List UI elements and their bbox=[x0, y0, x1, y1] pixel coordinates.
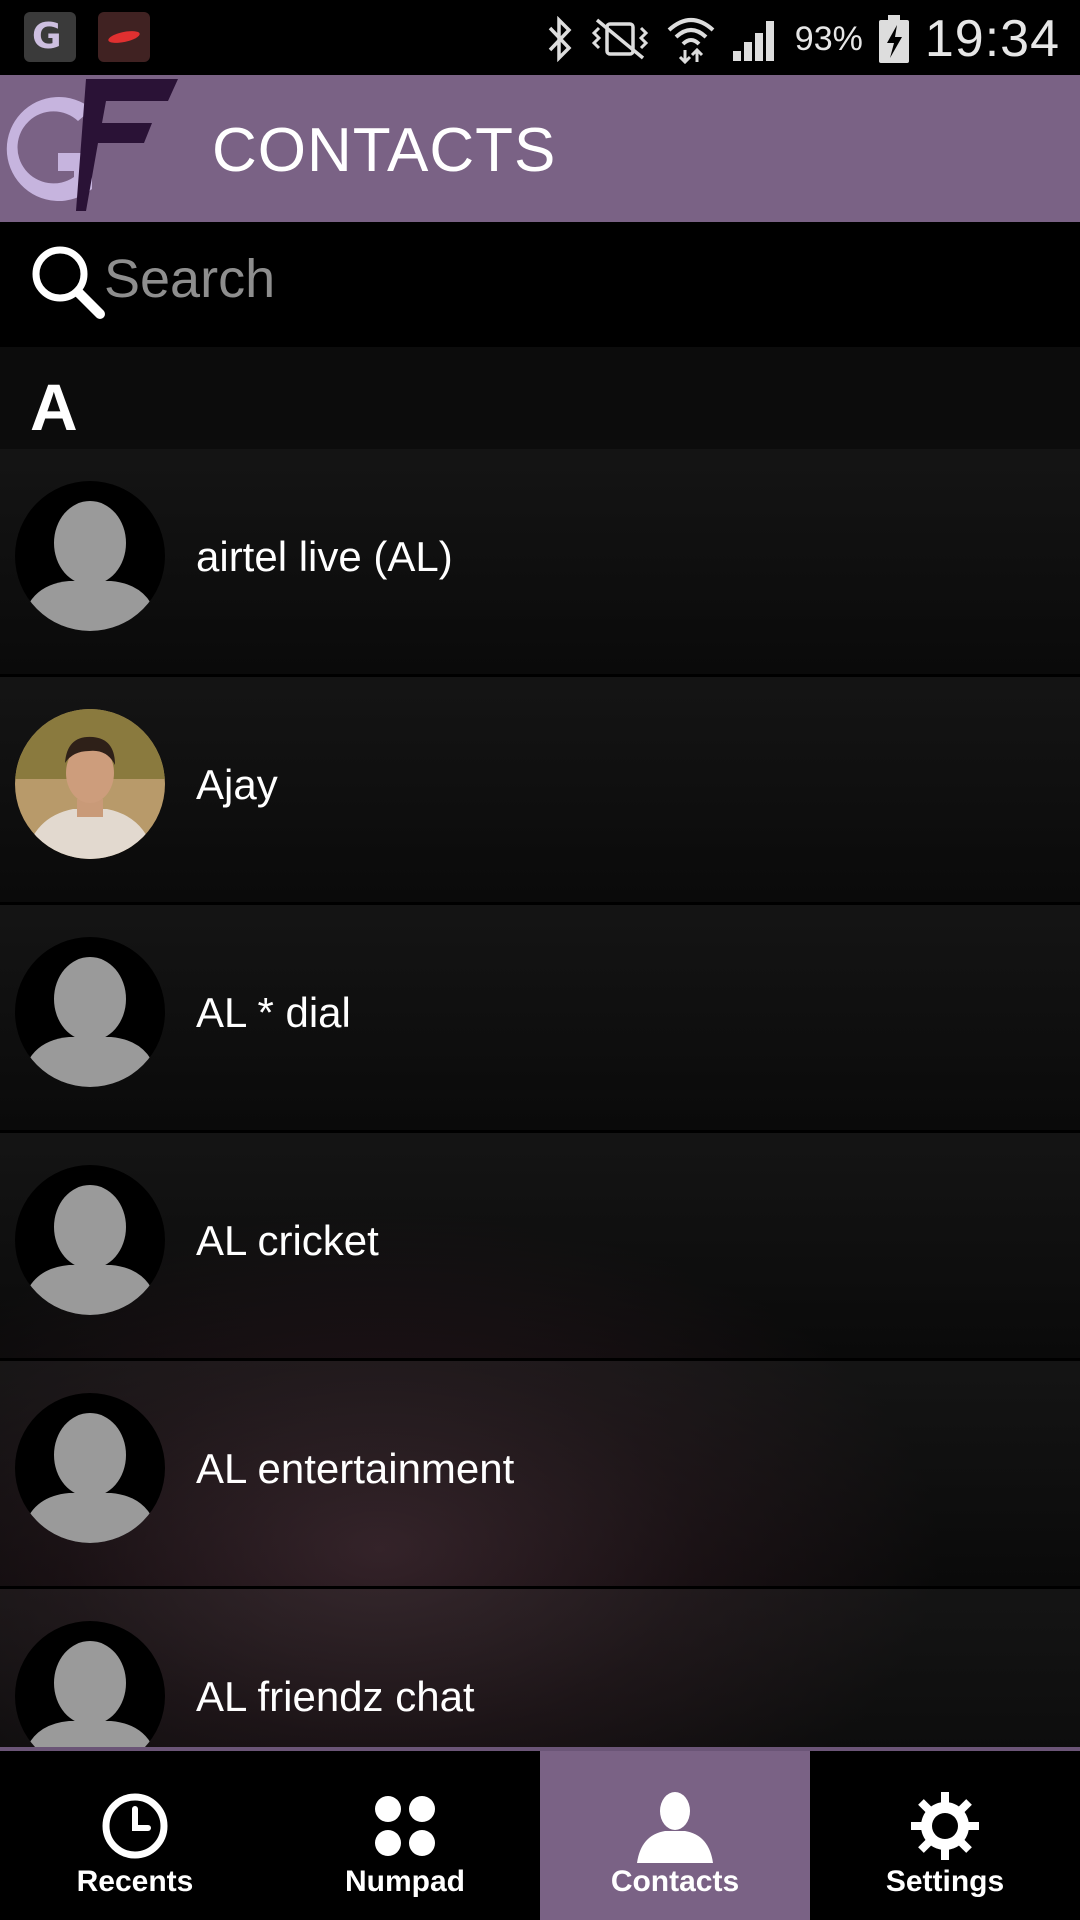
contact-name: AL * dial bbox=[196, 989, 351, 1036]
signal-icon bbox=[732, 21, 774, 61]
avatar-placeholder-icon bbox=[15, 481, 165, 631]
vibrate-icon bbox=[591, 18, 648, 60]
tab-label: Contacts bbox=[610, 1865, 740, 1898]
avatar-photo bbox=[15, 709, 165, 859]
tab-label: Numpad bbox=[345, 1865, 465, 1898]
app-header: CONTACTS bbox=[0, 75, 1080, 222]
contact-row[interactable]: airtel live (AL) bbox=[0, 449, 1080, 677]
gear-icon bbox=[911, 1792, 979, 1860]
bird-app-icon bbox=[98, 12, 150, 62]
page-title: CONTACTS bbox=[212, 116, 557, 185]
contact-name: AL cricket bbox=[196, 1217, 379, 1264]
contact-name: airtel live (AL) bbox=[196, 533, 453, 580]
tab-contacts[interactable]: Contacts bbox=[540, 1751, 810, 1920]
notification-icons bbox=[24, 12, 150, 62]
system-tray: 93% 19:34 bbox=[545, 4, 1060, 74]
bottom-nav: Recents Numpad Contacts Settings bbox=[0, 1747, 1080, 1920]
wifi-icon bbox=[667, 18, 715, 64]
avatar-placeholder-icon bbox=[15, 1393, 165, 1543]
status-bar: 93% 19:34 bbox=[0, 0, 1080, 75]
battery-charging-icon bbox=[878, 15, 909, 63]
search-icon bbox=[32, 246, 105, 319]
contact-row[interactable]: AL friendz chat bbox=[0, 1589, 1080, 1747]
battery-percent: 93% bbox=[794, 19, 863, 58]
section-letter: A bbox=[30, 370, 78, 444]
tab-settings[interactable]: Settings bbox=[810, 1751, 1080, 1920]
clock: 19:34 bbox=[924, 10, 1060, 68]
tab-recents[interactable]: Recents bbox=[0, 1751, 270, 1920]
tab-numpad[interactable]: Numpad bbox=[270, 1751, 540, 1920]
contact-list[interactable]: airtel live (AL) Ajay AL * dial AL crick… bbox=[0, 449, 1080, 1747]
contact-row[interactable]: AL cricket bbox=[0, 1133, 1080, 1361]
clock-icon bbox=[102, 1793, 168, 1859]
contact-row[interactable]: AL entertainment bbox=[0, 1361, 1080, 1589]
person-icon bbox=[637, 1792, 713, 1863]
contact-name: Ajay bbox=[196, 761, 278, 808]
tab-label: Settings bbox=[885, 1865, 1005, 1898]
numpad-icon bbox=[375, 1796, 435, 1856]
contact-name: AL friendz chat bbox=[196, 1673, 475, 1720]
avatar-placeholder-icon bbox=[15, 1621, 165, 1747]
contact-row[interactable]: AL * dial bbox=[0, 905, 1080, 1133]
gf-logo[interactable] bbox=[0, 75, 180, 222]
avatar-placeholder-icon bbox=[15, 937, 165, 1087]
g-app-icon bbox=[24, 12, 76, 62]
contact-name: AL entertainment bbox=[196, 1445, 515, 1492]
search-input[interactable] bbox=[104, 244, 1044, 314]
contact-row[interactable]: Ajay bbox=[0, 677, 1080, 905]
avatar-placeholder-icon bbox=[15, 1165, 165, 1315]
bluetooth-icon bbox=[548, 16, 572, 62]
section-header: A bbox=[0, 347, 1080, 449]
tab-label: Recents bbox=[76, 1865, 194, 1898]
